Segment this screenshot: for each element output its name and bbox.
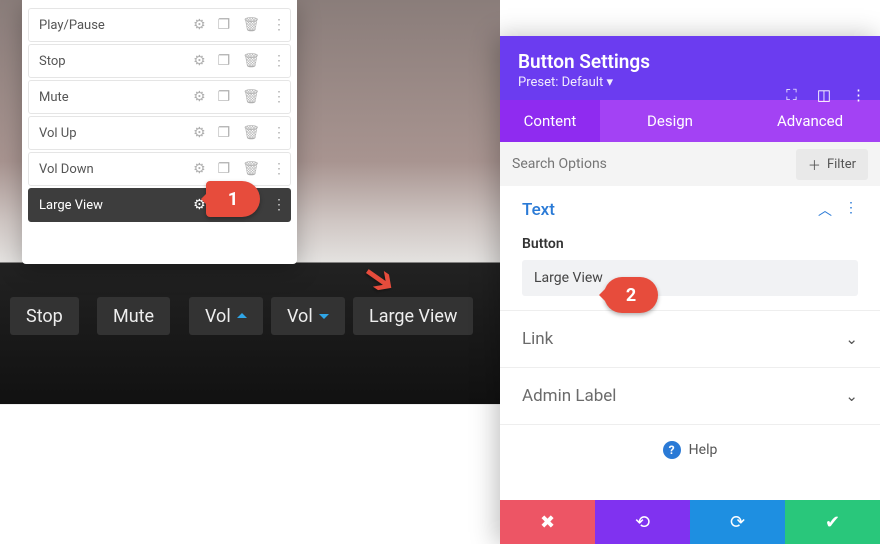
module-label: Stop (39, 54, 193, 69)
preview-button-vol-up[interactable]: Vol (189, 297, 263, 335)
module-list-panel: Play/Pause ⚙ ❐ 🗑 ⋮ Stop ⚙ ❐ 🗑 ⋮ Mute ⚙ ❐ 🗑 ⋮ V… (22, 0, 297, 264)
kebab-icon[interactable]: ⋮ (851, 86, 866, 104)
button-label: Mute (113, 306, 154, 327)
preview-button-large-view[interactable]: Large View (353, 297, 473, 335)
module-row-play-pause[interactable]: Play/Pause ⚙ ❐ 🗑 ⋮ (28, 8, 291, 42)
tab-design[interactable]: Design (600, 100, 740, 142)
help-label: Help (689, 442, 718, 458)
kebab-icon[interactable]: ⋮ (272, 18, 286, 32)
module-row-vol-up[interactable]: Vol Up ⚙ ❐ 🗑 ⋮ (28, 116, 291, 150)
gear-icon[interactable]: ⚙ (193, 162, 206, 176)
module-row-vol-down[interactable]: Vol Down ⚙ ❐ 🗑 ⋮ (28, 152, 291, 186)
search-bar: ＋ Filter (500, 142, 880, 186)
cancel-button[interactable]: ✖ (500, 500, 595, 544)
callout-2: 2 (604, 277, 658, 313)
trash-icon[interactable]: 🗑 (242, 90, 260, 104)
triangle-down-icon (319, 314, 329, 324)
trash-icon[interactable]: 🗑 (242, 126, 260, 140)
section-title: Text (522, 200, 555, 220)
callout-label: 1 (228, 189, 238, 210)
module-label: Large View (39, 198, 193, 213)
button-label: Vol (287, 306, 313, 327)
callout-label: 2 (626, 285, 636, 306)
tab-content[interactable]: Content (500, 100, 600, 142)
module-label: Mute (39, 90, 193, 105)
preview-button-stop[interactable]: Stop (10, 297, 79, 335)
kebab-icon[interactable]: ⋮ (272, 198, 286, 212)
section-text: Text ︿ ⋮ Button (500, 186, 880, 311)
filter-button[interactable]: ＋ Filter (796, 149, 868, 180)
gear-icon[interactable]: ⚙ (193, 18, 206, 32)
button-label: Vol (205, 306, 231, 327)
module-row-stop[interactable]: Stop ⚙ ❐ 🗑 ⋮ (28, 44, 291, 78)
duplicate-icon[interactable]: ❐ (218, 126, 231, 140)
left-white-area (0, 404, 500, 544)
button-text-input[interactable] (522, 260, 858, 296)
section-admin-label[interactable]: Admin Label ⌄ (500, 368, 880, 425)
action-bar: ✖ ⟲ ⟳ ✔ (500, 500, 880, 544)
panel-title: Button Settings (518, 50, 862, 73)
dock-icon[interactable]: ◫ (817, 86, 831, 104)
gear-icon[interactable]: ⚙ (193, 126, 206, 140)
duplicate-icon[interactable]: ❐ (218, 162, 231, 176)
chevron-down-icon: ⌄ (845, 387, 858, 405)
undo-button[interactable]: ⟲ (595, 500, 690, 544)
kebab-icon[interactable]: ⋮ (272, 162, 286, 176)
panel-tabs: Content Design Advanced (500, 100, 880, 142)
duplicate-icon[interactable]: ❐ (218, 18, 231, 32)
help-icon: ? (663, 441, 681, 459)
kebab-icon[interactable]: ⋮ (272, 126, 286, 140)
duplicate-icon[interactable]: ❐ (218, 90, 231, 104)
expand-icon[interactable]: ⛶ (786, 86, 797, 104)
settings-panel: Button Settings Preset: Default ▾ ⛶ ◫ ⋮ … (500, 36, 880, 544)
duplicate-icon[interactable]: ❐ (218, 54, 231, 68)
section-link[interactable]: Link ⌄ (500, 311, 880, 368)
trash-icon[interactable]: 🗑 (242, 162, 260, 176)
triangle-up-icon (237, 308, 247, 318)
button-label: Large View (369, 306, 457, 327)
trash-icon[interactable]: 🗑 (242, 54, 260, 68)
section-title: Admin Label (522, 386, 616, 406)
kebab-icon[interactable]: ⋮ (272, 54, 286, 68)
kebab-icon[interactable]: ⋮ (844, 200, 858, 220)
module-label: Vol Down (39, 162, 193, 177)
tab-advanced[interactable]: Advanced (740, 100, 880, 142)
callout-1: 1 (206, 181, 260, 217)
kebab-icon[interactable]: ⋮ (272, 90, 286, 104)
module-row-mute[interactable]: Mute ⚙ ❐ 🗑 ⋮ (28, 80, 291, 114)
trash-icon[interactable]: 🗑 (242, 18, 260, 32)
panel-header: Button Settings Preset: Default ▾ ⛶ ◫ ⋮ (500, 36, 880, 100)
gear-icon[interactable]: ⚙ (193, 54, 206, 68)
preview-button-mute[interactable]: Mute (97, 297, 170, 335)
filter-label: Filter (827, 157, 856, 172)
help-link[interactable]: ? Help (500, 425, 880, 469)
module-row-actions: ⚙ ❐ 🗑 ⋮ (193, 18, 286, 32)
save-button[interactable]: ✔ (785, 500, 880, 544)
section-title: Link (522, 329, 553, 349)
module-label: Vol Up (39, 126, 193, 141)
gear-icon[interactable]: ⚙ (193, 90, 206, 104)
field-label-button: Button (522, 236, 858, 252)
preview-button-vol-down[interactable]: Vol (271, 297, 345, 335)
module-label: Play/Pause (39, 18, 193, 33)
redo-button[interactable]: ⟳ (690, 500, 785, 544)
chevron-up-icon[interactable]: ︿ (818, 200, 832, 220)
search-input[interactable] (512, 156, 786, 172)
button-label: Stop (26, 306, 63, 327)
chevron-down-icon: ⌄ (845, 330, 858, 348)
plus-icon: ＋ (808, 155, 821, 174)
